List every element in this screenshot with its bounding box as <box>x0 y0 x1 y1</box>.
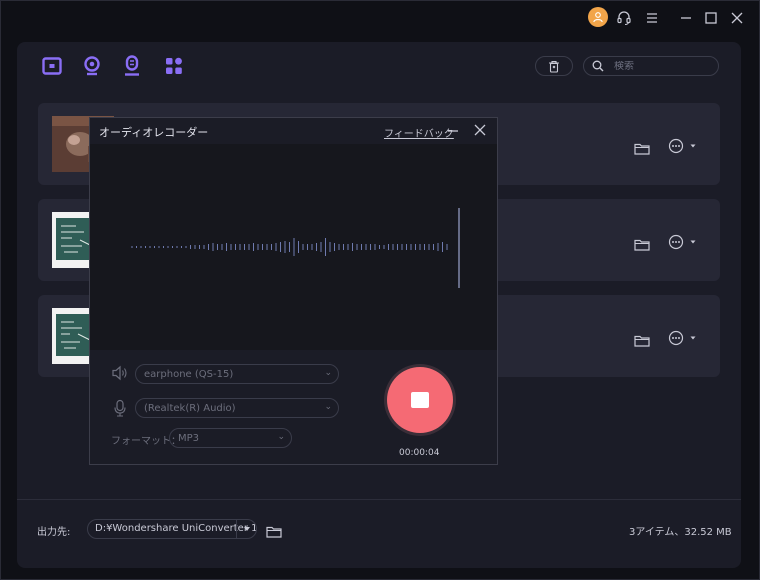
dialog-title: オーディオレコーダー <box>99 126 209 139</box>
recording-timer: 00:00:04 <box>399 448 440 458</box>
delete-button[interactable] <box>535 56 573 76</box>
search-box[interactable] <box>583 56 719 76</box>
output-path-select[interactable]: D:¥Wondershare UniConverter 1 <box>87 519 257 539</box>
chevron-down-icon <box>690 336 696 340</box>
chevron-down-icon <box>690 144 696 148</box>
minimize-icon[interactable] <box>675 7 697 29</box>
chevron-down-icon: ⌄ <box>277 432 285 442</box>
folder-icon[interactable] <box>634 236 650 251</box>
chevron-down-icon <box>243 527 250 531</box>
search-icon <box>592 60 604 72</box>
screen-record-icon[interactable] <box>41 55 63 77</box>
chevron-down-icon: ⌄ <box>324 368 332 378</box>
speaker-select[interactable]: earphone (QS-15) ⌄ <box>135 364 339 384</box>
speaker-icon <box>111 365 127 381</box>
format-value: MP3 <box>178 433 200 444</box>
output-path-dropdown-button[interactable] <box>236 520 256 538</box>
headset-icon[interactable] <box>613 7 635 29</box>
items-summary: 3アイテム、32.52 MB <box>629 527 732 538</box>
folder-icon[interactable] <box>634 332 650 347</box>
microphone-icon <box>112 399 128 417</box>
apps-icon[interactable] <box>163 55 185 77</box>
dialog-close-icon[interactable] <box>473 122 487 136</box>
output-label: 出力先: <box>37 527 71 538</box>
chevron-down-icon <box>690 240 696 244</box>
more-options-button[interactable] <box>668 330 700 346</box>
dialog-minimize-icon[interactable] <box>446 123 460 137</box>
format-select[interactable]: MP3 ⌄ <box>169 428 292 448</box>
close-icon[interactable] <box>726 7 748 29</box>
waveform-area <box>90 144 497 350</box>
folder-icon[interactable] <box>634 140 650 155</box>
open-output-folder-icon[interactable] <box>266 523 282 538</box>
maximize-icon[interactable] <box>700 7 722 29</box>
feedback-link[interactable]: フィードバック <box>384 125 454 140</box>
more-icon <box>668 234 684 250</box>
chevron-down-icon: ⌄ <box>324 402 332 412</box>
more-options-button[interactable] <box>668 138 700 154</box>
footer-divider <box>17 499 741 500</box>
trash-icon <box>549 60 559 73</box>
speaker-value: earphone (QS-15) <box>144 369 234 380</box>
title-bar <box>1 1 760 35</box>
microphone-select[interactable]: (Realtek(R) Audio) ⌄ <box>135 398 339 418</box>
audio-record-icon[interactable] <box>121 55 143 77</box>
stop-icon <box>411 392 429 408</box>
more-icon <box>668 138 684 154</box>
stop-recording-button[interactable] <box>387 367 453 433</box>
output-path-value: D:¥Wondershare UniConverter 1 <box>95 523 257 534</box>
microphone-value: (Realtek(R) Audio) <box>144 403 236 414</box>
webcam-icon[interactable] <box>81 55 103 77</box>
search-input[interactable] <box>614 60 714 72</box>
audio-recorder-dialog: オーディオレコーダー フィードバック earphone (QS-15) ⌄ (R… <box>89 117 498 465</box>
user-avatar-icon[interactable] <box>588 7 608 27</box>
more-options-button[interactable] <box>668 234 700 250</box>
app-window: 出力先: D:¥Wondershare UniConverter 1 3アイテム… <box>0 0 760 580</box>
more-icon <box>668 330 684 346</box>
menu-icon[interactable] <box>641 7 663 29</box>
audio-waveform <box>131 208 460 288</box>
